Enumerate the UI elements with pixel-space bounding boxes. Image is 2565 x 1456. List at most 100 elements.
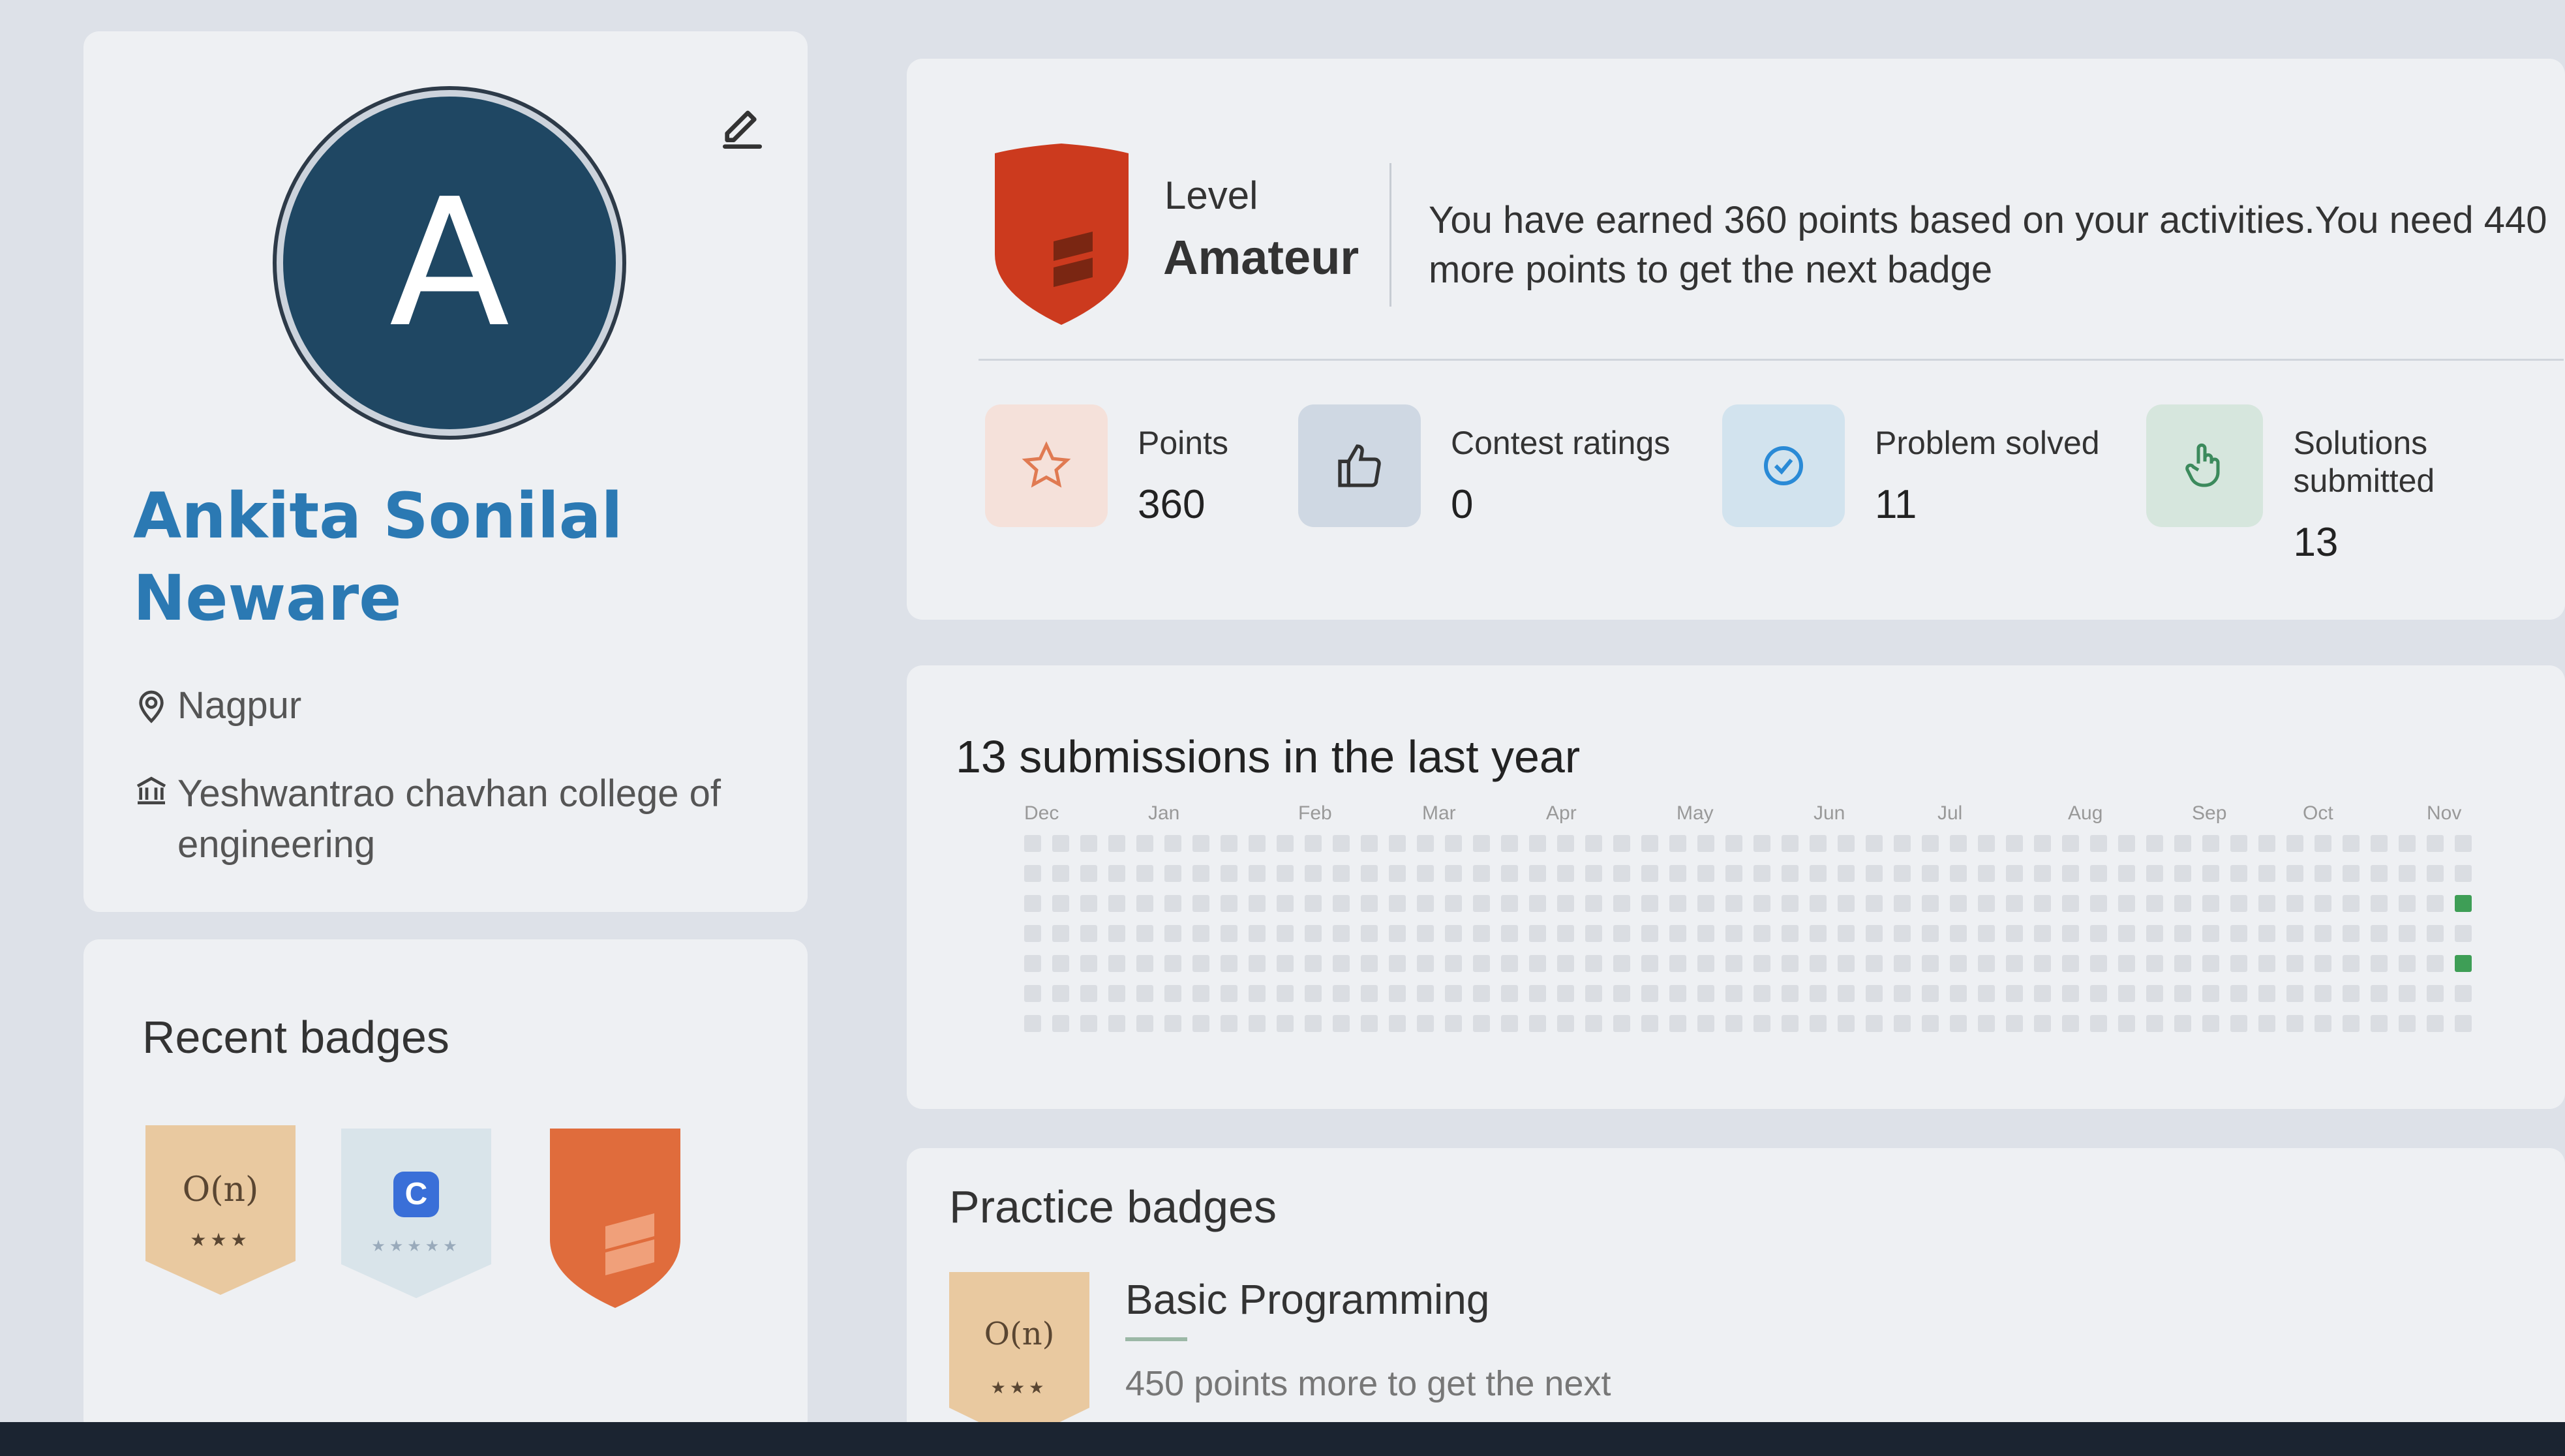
heatmap-cell [1473,955,1490,972]
badge-level-shield-icon[interactable] [537,1122,693,1311]
heatmap-cell [2118,925,2135,942]
heatmap-cell [2062,895,2079,912]
badge-c-language[interactable]: C ★★★★★ [341,1129,491,1298]
heatmap-month: Aug [2068,802,2103,824]
heatmap-cell [1529,895,1546,912]
heatmap-month: Jun [1814,802,1845,824]
heatmap-cell [2371,835,2388,852]
heatmap-cell [2174,865,2191,882]
heatmap-cell [2146,835,2163,852]
practice-badge-complexity[interactable]: O(n) ★★★ [949,1272,1089,1442]
heatmap-cell [2202,925,2219,942]
heatmap-cell [1922,1015,1939,1032]
heatmap-cell [1052,865,1069,882]
heatmap-cell [1669,1015,1686,1032]
heatmap-cell [1389,985,1406,1002]
heatmap-cell [2146,925,2163,942]
heatmap-cell [2315,925,2331,942]
heatmap-cell [1866,1015,1883,1032]
heatmap-cell [1697,865,1714,882]
recent-badges-title: Recent badges [142,1012,449,1063]
heatmap-cell [1585,1015,1602,1032]
stats-separator [979,359,2564,361]
heatmap-month: Mar [1422,802,1456,824]
heatmap-cell [2343,955,2360,972]
heatmap-cell [1810,1015,1827,1032]
heatmap-cell [1585,925,1602,942]
heatmap-cell [1333,985,1350,1002]
heatmap-cell [2343,895,2360,912]
heatmap-cell [2230,865,2247,882]
heatmap-cell [1753,955,1770,972]
heatmap-cell [2427,1015,2444,1032]
heatmap-cell [1389,925,1406,942]
heatmap-cell [1192,985,1209,1002]
heatmap-cell [1305,895,1322,912]
heatmap-cell [2258,835,2275,852]
heatmap-cell [1192,835,1209,852]
heatmap-cell [2146,985,2163,1002]
heatmap-cell [1136,1015,1153,1032]
heatmap-cell [1445,925,1462,942]
edit-pencil-icon[interactable] [716,103,768,155]
level-divider [1389,163,1391,307]
heatmap-cell [1417,985,1434,1002]
heatmap-cell [1108,925,1125,942]
heatmap-cell [1978,835,1995,852]
heatmap-months: Dec Jan Feb Mar Apr May Jun Jul Aug Sep … [1024,802,2479,828]
heatmap-cell [1922,835,1939,852]
stat-solutions-submitted: Solutions submitted 13 [2146,404,2565,566]
heatmap-cell [1164,985,1181,1002]
heatmap-cell [1221,895,1237,912]
heatmap-cell [1529,1015,1546,1032]
heatmap-cell [1024,835,1041,852]
heatmap-cell [2146,955,2163,972]
heatmap-grid [1024,835,2479,1050]
heatmap-cell [2062,865,2079,882]
heatmap-cell [1782,1015,1799,1032]
heatmap-cell [1669,925,1686,942]
heatmap-cell [1950,985,1967,1002]
heatmap-cell [1669,895,1686,912]
heatmap-cell [2034,925,2051,942]
heatmap-cell [1164,835,1181,852]
heatmap-cell [1249,895,1266,912]
heatmap-cell [1501,865,1518,882]
badge-complexity[interactable]: O(n) ★★★ [145,1125,296,1295]
heatmap-cell [1136,895,1153,912]
hand-pointer-icon [2146,404,2264,527]
heatmap-cell [1164,895,1181,912]
heatmap-cell [1221,865,1237,882]
heatmap-cell [1249,835,1266,852]
heatmap-cell [2399,955,2416,972]
heatmap-cell [1361,1015,1378,1032]
heatmap-cell [1810,925,1827,942]
practice-remaining-text: 450 points more to get the next [1125,1364,1611,1403]
heatmap-cell [2343,925,2360,942]
heatmap-cell [1024,955,1041,972]
location-text: Nagpur [177,684,302,727]
heatmap-cell [1557,835,1574,852]
location-row: Nagpur [133,684,301,727]
heatmap-cell [2427,925,2444,942]
heatmap-cell [1052,1015,1069,1032]
heatmap-cell [1305,835,1322,852]
heatmap-month: Oct [2303,802,2333,824]
heatmap-cell [2258,955,2275,972]
heatmap-cell [2427,955,2444,972]
heatmap-cell [2146,895,2163,912]
heatmap-cell [1950,1015,1967,1032]
heatmap-cell [1108,835,1125,852]
heatmap-cell [1557,895,1574,912]
heatmap-cell [1866,955,1883,972]
heatmap-cell [1445,955,1462,972]
location-pin-icon [139,690,164,723]
heatmap-cell [1305,1015,1322,1032]
heatmap-cell [2455,1015,2472,1032]
heatmap-cell [2343,985,2360,1002]
heatmap-cell [2399,895,2416,912]
heatmap-cell [2230,1015,2247,1032]
heatmap-cell [1361,895,1378,912]
heatmap-cell [1080,925,1097,942]
heatmap-cell [1052,835,1069,852]
